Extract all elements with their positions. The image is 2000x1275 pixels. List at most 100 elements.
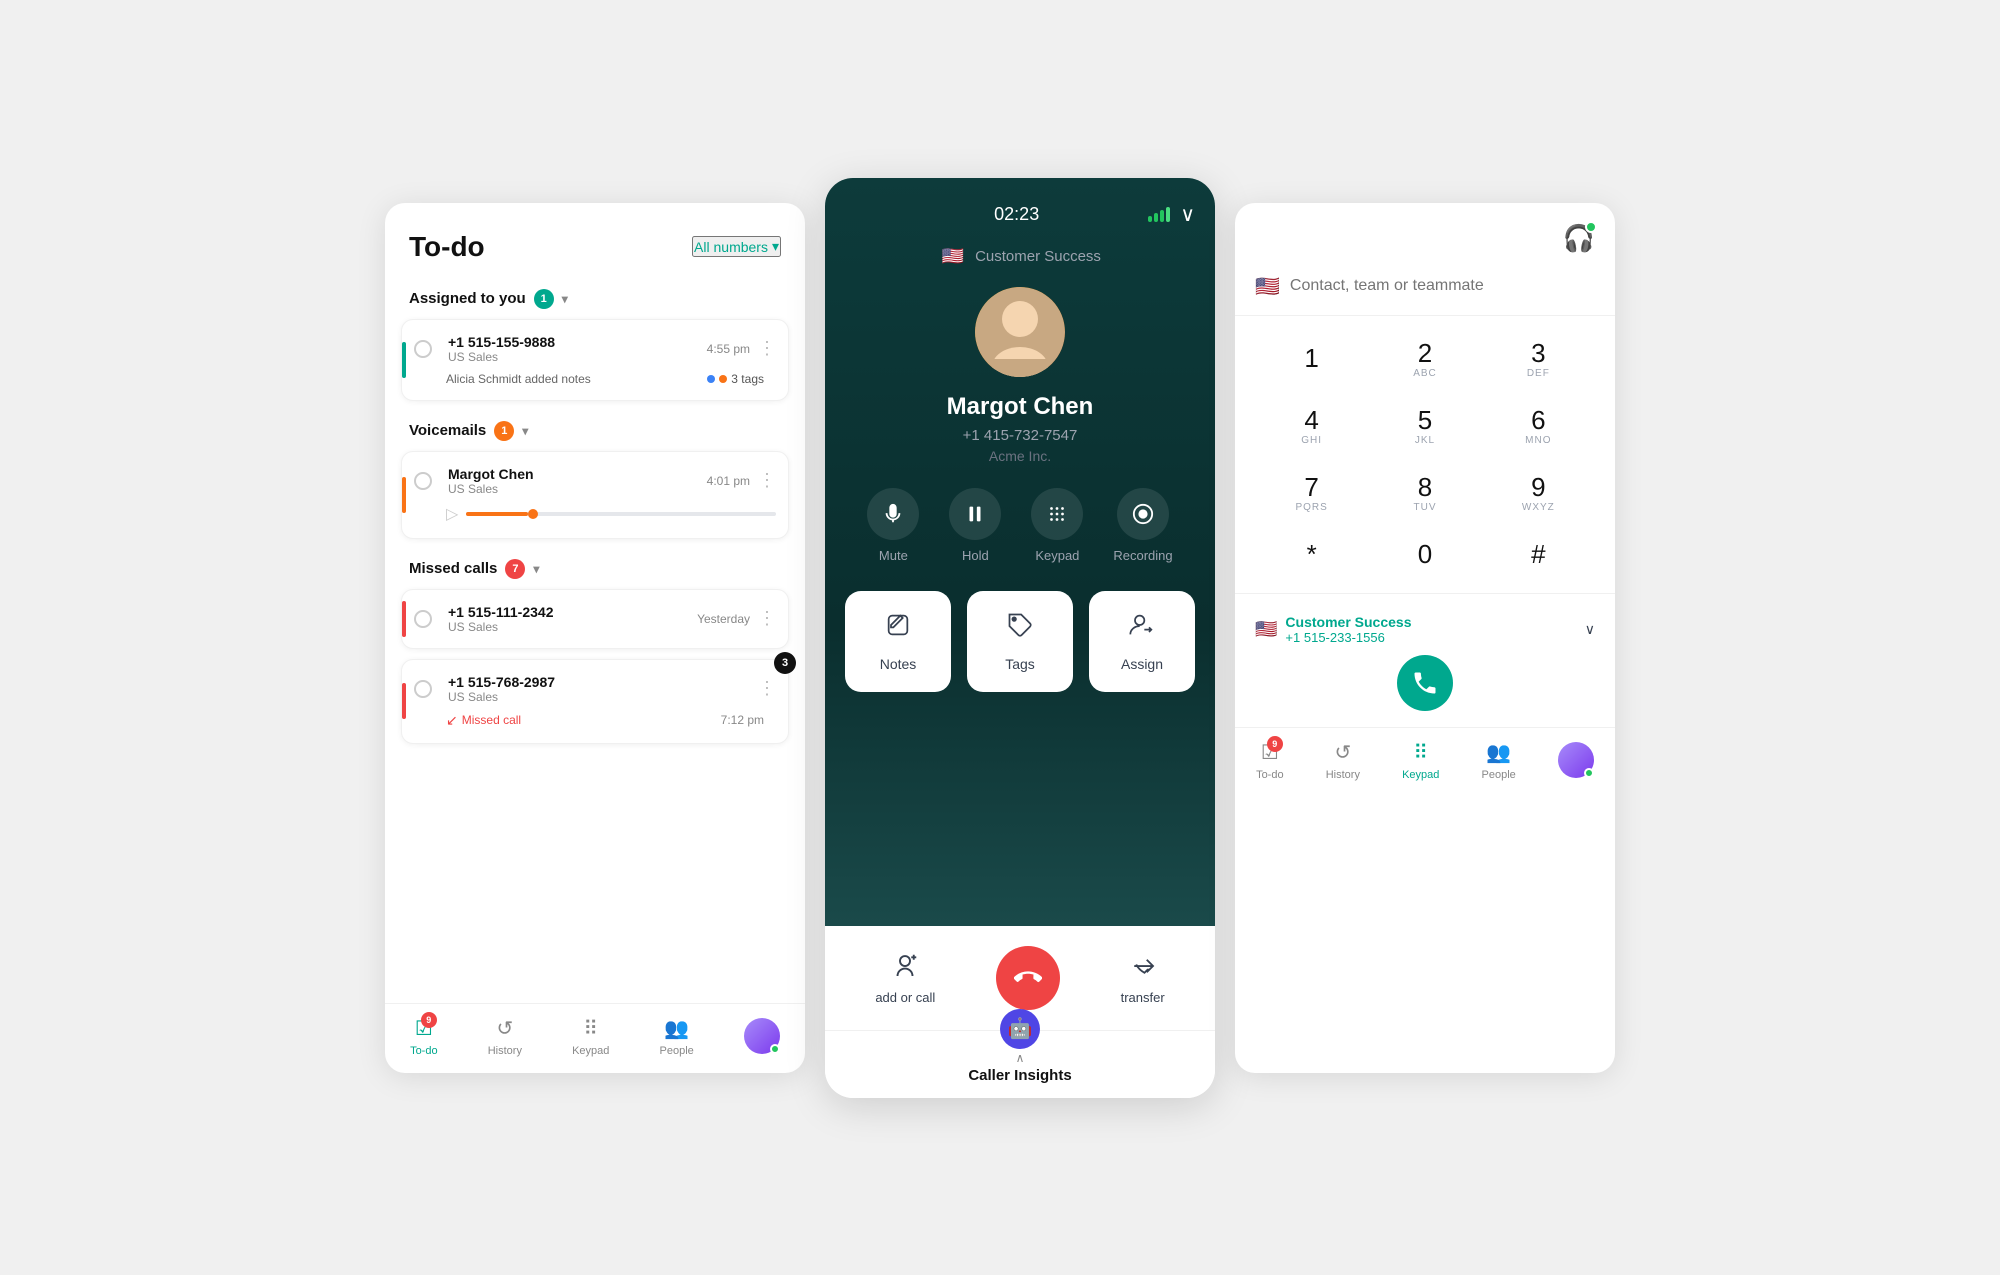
audio-handle[interactable] <box>528 509 538 519</box>
contact-search-input[interactable] <box>1290 277 1595 295</box>
active-flag: 🇺🇸 <box>1255 619 1277 640</box>
transfer-icon <box>1128 951 1158 984</box>
dialer-nav-history[interactable]: ↺ History <box>1326 740 1360 781</box>
headset-online-badge <box>1585 221 1597 233</box>
key-1[interactable]: 1 <box>1255 326 1368 393</box>
more-options-button[interactable]: ⋮ <box>758 338 776 359</box>
dialer-header: 🎧 <box>1235 203 1615 264</box>
assign-icon <box>1128 611 1156 646</box>
caller-avatar <box>975 287 1065 377</box>
call-count-badge: 3 <box>774 652 796 674</box>
voicemail-item[interactable]: Margot Chen US Sales 4:01 pm ⋮ ▷ <box>401 451 789 539</box>
nav-people[interactable]: 👥 People <box>660 1016 694 1057</box>
key-8[interactable]: 8 TUV <box>1368 460 1481 527</box>
notes-card[interactable]: Notes <box>845 591 951 692</box>
keypad-button[interactable]: Keypad <box>1031 488 1083 563</box>
voicemail-checkbox[interactable] <box>414 472 432 490</box>
dialer-todo-badge: 9 <box>1267 736 1283 752</box>
hold-button[interactable]: Hold <box>949 488 1001 563</box>
caller-company: Acme Inc. <box>989 448 1051 464</box>
call-top-bar: 02:23 ∨ <box>845 202 1195 227</box>
missed-arrow-icon: ↙ <box>446 712 458 729</box>
todo-panel: To-do All numbers ▾ Assigned to you 1 ▾ … <box>385 203 805 1073</box>
online-indicator <box>770 1044 780 1054</box>
missed-call-item-2[interactable]: 3 +1 515-768-2987 US Sales ⋮ ↙ Missed ca… <box>401 659 789 744</box>
missed-more-options-2[interactable]: ⋮ <box>758 678 776 699</box>
us-flag: 🇺🇸 <box>939 243 967 271</box>
tags-icon <box>1006 611 1034 646</box>
key-5[interactable]: 5 JKL <box>1368 393 1481 460</box>
dialer-nav-people[interactable]: 👥 People <box>1482 740 1516 781</box>
insights-chevron: ∧ <box>1016 1051 1025 1065</box>
missed-call-item-1[interactable]: +1 515-111-2342 US Sales Yesterday ⋮ <box>401 589 789 649</box>
assigned-call-item[interactable]: +1 515-155-9888 US Sales 4:55 pm ⋮ Alici… <box>401 319 789 401</box>
all-numbers-button[interactable]: All numbers ▾ <box>692 236 781 257</box>
history-icon: ↺ <box>496 1016 513 1041</box>
active-call-info: 🇺🇸 Customer Success +1 515-233-1556 ∨ <box>1255 604 1595 655</box>
call-dark-area: 02:23 ∨ 🇺🇸 Customer Success <box>825 178 1215 926</box>
voicemail-more-options[interactable]: ⋮ <box>758 470 776 491</box>
assigned-section-header: Assigned to you 1 ▾ <box>401 279 789 319</box>
nav-keypad[interactable]: ⠿ Keypad <box>572 1016 609 1057</box>
us-flag-dialer: 🇺🇸 <box>1255 274 1280 299</box>
missed-more-options-1[interactable]: ⋮ <box>758 608 776 629</box>
key-star[interactable]: * <box>1255 527 1368 583</box>
audio-fill <box>466 512 528 516</box>
tags-card[interactable]: Tags <box>967 591 1073 692</box>
todo-bottom-nav: ☑ 9 To-do ↺ History ⠿ Keypad 👥 People <box>385 1003 805 1073</box>
recording-button[interactable]: Recording <box>1113 488 1172 563</box>
audio-progress-bar[interactable] <box>466 512 776 516</box>
key-9[interactable]: 9 WXYZ <box>1482 460 1595 527</box>
key-7[interactable]: 7 PQRS <box>1255 460 1368 527</box>
nav-avatar[interactable] <box>744 1018 780 1054</box>
insights-icon: 🤖 <box>1000 1009 1040 1049</box>
caller-insights-bar[interactable]: 🤖 ∧ Caller Insights <box>825 1030 1215 1098</box>
key-6[interactable]: 6 MNO <box>1482 393 1595 460</box>
assign-card[interactable]: Assign <box>1089 591 1195 692</box>
green-indicator <box>402 342 406 378</box>
dialer-nav-keypad[interactable]: ⠿ Keypad <box>1402 740 1439 781</box>
dialer-nav-avatar[interactable] <box>1558 742 1594 778</box>
app-container: To-do All numbers ▾ Assigned to you 1 ▾ … <box>0 0 2000 1275</box>
phone-icon <box>1411 669 1439 697</box>
add-or-call-button[interactable]: add or call <box>875 951 935 1005</box>
dialer-bottom: 🇺🇸 Customer Success +1 515-233-1556 ∨ <box>1235 593 1615 727</box>
dial-call-button[interactable] <box>1397 655 1453 711</box>
active-call-chevron[interactable]: ∨ <box>1585 621 1595 638</box>
signal-bars <box>1148 207 1170 222</box>
missed-checkbox-1[interactable] <box>414 610 432 628</box>
dialer-history-icon: ↺ <box>1334 740 1351 765</box>
end-call-icon <box>1014 964 1042 992</box>
key-0[interactable]: 0 <box>1368 527 1481 583</box>
dialer-nav-todo[interactable]: ☑ 9 To-do <box>1256 740 1284 781</box>
dialer-panel: 🎧 🇺🇸 1 2 ABC 3 DEF 4 G <box>1235 203 1615 1073</box>
people-icon: 👥 <box>664 1016 689 1041</box>
nav-todo[interactable]: ☑ 9 To-do <box>410 1016 438 1057</box>
hold-icon <box>964 503 986 525</box>
transfer-button[interactable]: transfer <box>1121 951 1165 1005</box>
mute-button[interactable]: Mute <box>867 488 919 563</box>
play-button[interactable]: ▷ <box>446 504 458 524</box>
mute-icon <box>882 503 904 525</box>
nav-history[interactable]: ↺ History <box>488 1016 522 1057</box>
keypad-icon: ⠿ <box>583 1016 598 1041</box>
call-controls: Mute Hold <box>867 488 1172 563</box>
end-call-button[interactable] <box>996 946 1060 1010</box>
key-3[interactable]: 3 DEF <box>1482 326 1595 393</box>
key-4[interactable]: 4 GHI <box>1255 393 1368 460</box>
minimize-button[interactable]: ∨ <box>1180 202 1195 227</box>
user-avatar <box>744 1018 780 1054</box>
call-checkbox[interactable] <box>414 340 432 358</box>
missed-call-tag: ↙ Missed call <box>446 712 521 729</box>
recording-icon <box>1132 503 1154 525</box>
keypad-grid: 1 2 ABC 3 DEF 4 GHI 5 JKL 6 MNO <box>1235 316 1615 593</box>
caller-name: Margot Chen <box>947 393 1094 421</box>
caller-number: +1 415-732-7547 <box>963 427 1078 444</box>
key-2[interactable]: 2 ABC <box>1368 326 1481 393</box>
add-call-icon <box>890 951 920 984</box>
key-hash[interactable]: # <box>1482 527 1595 583</box>
missed-checkbox-2[interactable] <box>414 680 432 698</box>
tag-dot-orange <box>719 375 727 383</box>
notes-icon <box>884 611 912 646</box>
dialer-people-icon: 👥 <box>1486 740 1511 765</box>
